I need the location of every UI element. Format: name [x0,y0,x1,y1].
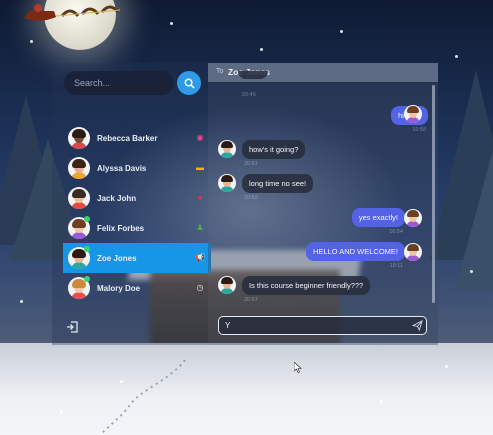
to-label: To [216,68,224,75]
snowflake [260,48,263,51]
message-input[interactable] [219,317,421,333]
received-message-bubble: how's it going? [242,140,306,159]
snowflake [30,40,33,43]
clock-icon: ◷ [196,283,204,292]
snowflake [170,22,173,25]
sent-message-bubble: HELLO AND WELCOME! [305,242,405,261]
chat-scrollbar[interactable] [432,85,435,303]
avatar [68,157,90,179]
message-time: 16:54 [389,229,403,235]
contact-name: Alyssa Davis [97,163,147,173]
snowflake [445,365,448,368]
message-time: 20:57 [244,297,258,303]
message-avatar [404,105,422,123]
online-status-dot [84,246,90,252]
received-message-bubble: long time no see! [242,174,314,193]
snowflake [455,55,458,58]
message-time: 18:11 [389,263,403,269]
contact-name: Rebecca Barker [97,133,158,143]
contact-item[interactable]: Alyssa Davis ▬ [63,153,211,183]
gym-icon: ♟ [196,223,204,232]
basketball-icon: ● [197,193,203,202]
message-composer [218,316,427,335]
message-avatar [218,174,236,192]
sidebar: Rebecca Barker ◉ Alyssa Davis ▬ Jack John ● Fe… [52,63,211,345]
sent-message-bubble: yes exactly! [351,208,405,227]
contact-list: Rebecca Barker ◉ Alyssa Davis ▬ Jack John ● Fe… [52,123,211,303]
contact-name: Malory Doe [97,283,141,293]
online-status-dot [84,276,90,282]
megaphone-icon: 📢 [195,253,205,262]
snowflake [60,410,63,413]
contact-name: Felix Forbes [97,223,145,233]
contact-item[interactable]: Felix Forbes ♟ [63,213,211,243]
mouse-cursor-icon [294,362,302,373]
game-controller-icon: ◉ [196,133,204,142]
snow-ground [0,343,493,435]
contact-name: Jack John [97,193,137,203]
bus-icon: ▬ [196,163,204,172]
search-button[interactable] [177,71,201,95]
search-bar [64,71,174,95]
snowflake [340,30,343,33]
message-bubble-partial [238,71,268,79]
snowflake [20,300,23,303]
contact-item[interactable]: Jack John ● [63,183,211,213]
contact-name: Zoe Jones [97,253,137,263]
message-avatar [404,209,422,227]
message-avatar [218,276,236,294]
received-message-bubble: Is this course beginner friendly??? [242,276,371,295]
snowflake [380,400,383,403]
message-time: 15:58 [412,127,426,133]
send-icon[interactable] [412,320,423,331]
santa-sleigh-icon [24,4,121,21]
message-avatar [404,243,422,261]
contact-item[interactable]: Zoe Jones 📢 [63,243,211,273]
pine-tree-right-2 [455,150,493,290]
chat-panel: To Zoe Jones 20:46 hi Zoe!15:58how's it … [208,63,438,345]
chat-app-window: Rebecca Barker ◉ Alyssa Davis ▬ Jack John ● Fe… [52,63,438,345]
snowflake [470,270,473,273]
message-avatar [218,140,236,158]
snowflake [120,380,123,383]
message-time: 20:51 [244,161,258,167]
logout-icon[interactable] [66,321,78,333]
search-input[interactable] [64,71,174,95]
avatar [68,187,90,209]
contact-item[interactable]: Rebecca Barker ◉ [63,123,211,153]
message-time: 20:52 [244,195,258,201]
message-time: 20:46 [242,92,256,98]
footprints-in-snow [100,360,186,435]
online-status-dot [84,216,90,222]
search-icon [184,78,195,89]
avatar [68,127,90,149]
contact-item[interactable]: Malory Doe ◷ [63,273,211,303]
